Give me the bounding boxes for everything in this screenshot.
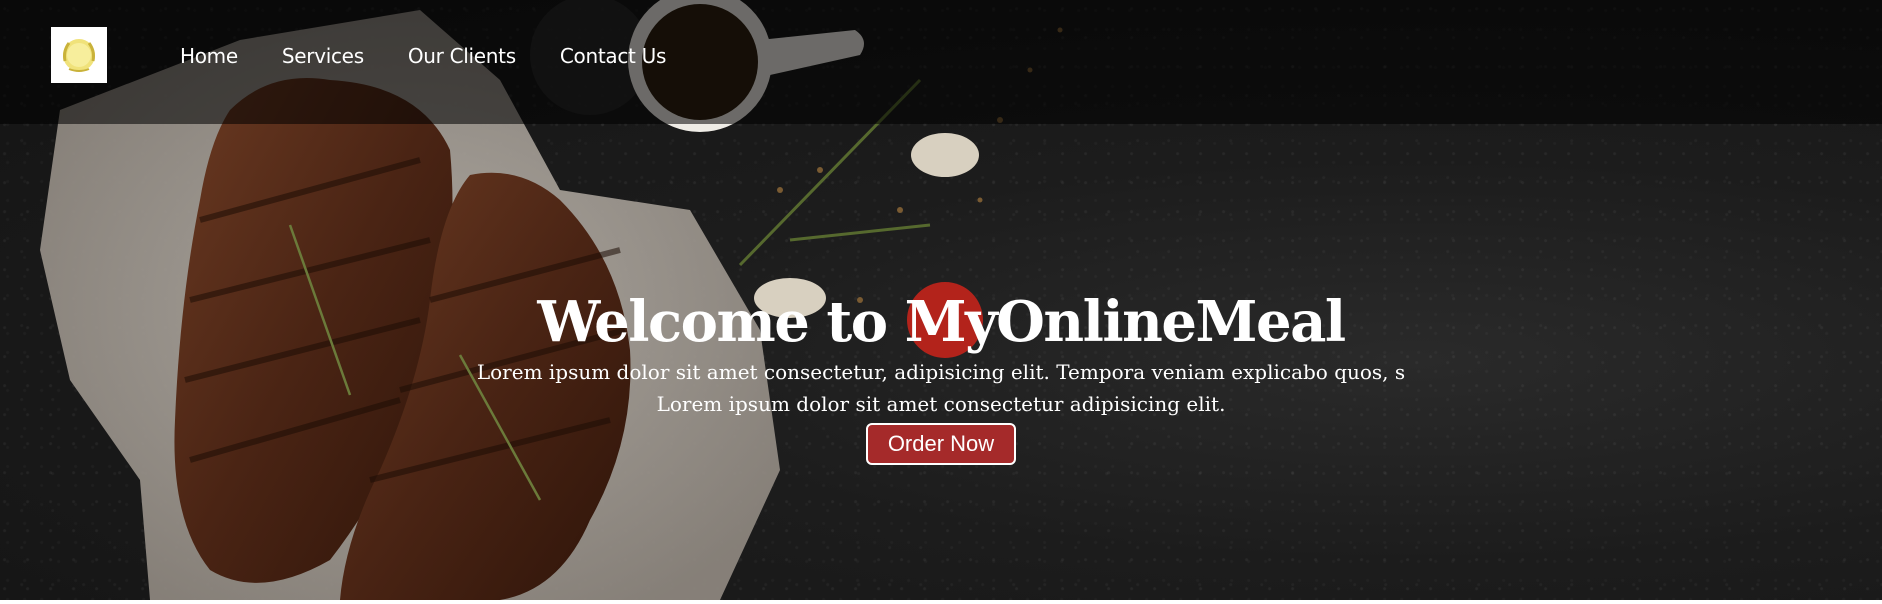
- logo[interactable]: [51, 27, 107, 83]
- nav-link-our-clients[interactable]: Our Clients: [408, 44, 516, 68]
- nav-link-services[interactable]: Services: [282, 44, 364, 68]
- hero-section: Home Services Our Clients Contact Us Wel…: [0, 0, 1882, 600]
- hero-description-line1: Lorem ipsum dolor sit amet consectetur, …: [476, 360, 1406, 384]
- order-now-button[interactable]: Order Now: [865, 423, 1017, 465]
- nav-links: Home Services Our Clients Contact Us: [180, 44, 710, 68]
- hero-title: Welcome to MyOnlineMeal: [537, 289, 1346, 355]
- hero-description: Lorem ipsum dolor sit amet consectetur, …: [451, 356, 1431, 420]
- page-bottom-edge: [0, 600, 1882, 604]
- nav-link-contact-us[interactable]: Contact Us: [560, 44, 667, 68]
- hero-description-line2: Lorem ipsum dolor sit amet consectetur a…: [656, 392, 1226, 416]
- laurel-wreath-icon: [63, 39, 95, 72]
- navbar: Home Services Our Clients Contact Us: [0, 0, 1882, 124]
- hero-content: Welcome to MyOnlineMeal Lorem ipsum dolo…: [0, 288, 1882, 465]
- nav-link-home[interactable]: Home: [180, 44, 238, 68]
